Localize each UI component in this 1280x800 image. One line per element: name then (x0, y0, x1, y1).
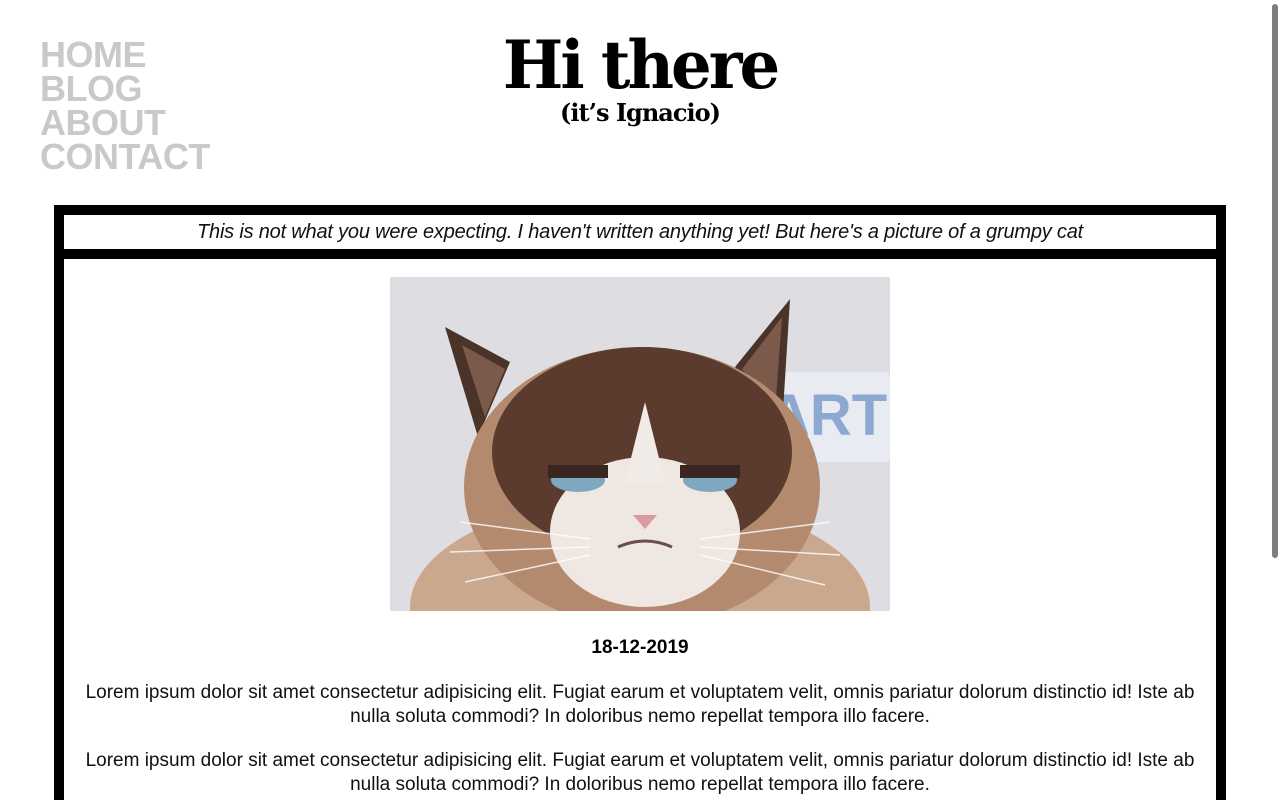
grumpy-cat-image: ART (390, 277, 890, 611)
post-paragraph: Lorem ipsum dolor sit amet consectetur a… (85, 682, 1195, 727)
post-date: 18-12-2019 (591, 637, 689, 658)
post-frame: This is not what you were expecting. I h… (54, 205, 1226, 800)
scrollbar-thumb[interactable] (1272, 4, 1278, 558)
intro-banner: This is not what you were expecting. I h… (197, 221, 1083, 243)
post-content: ART 18-12-2019 Lorem ipsum dolor sit ame… (64, 259, 1216, 797)
vertical-scrollbar[interactable] (1271, 0, 1280, 800)
page: HOME BLOG ABOUT CONTACT Hi there (it’s I… (0, 0, 1280, 800)
page-header: Hi there (it’s Ignacio) (0, 26, 1280, 126)
page-title: Hi there (502, 26, 780, 105)
nav-contact-link[interactable]: CONTACT (40, 139, 210, 175)
frame-divider (64, 249, 1216, 259)
post-paragraph: Lorem ipsum dolor sit amet consectetur a… (85, 750, 1195, 795)
